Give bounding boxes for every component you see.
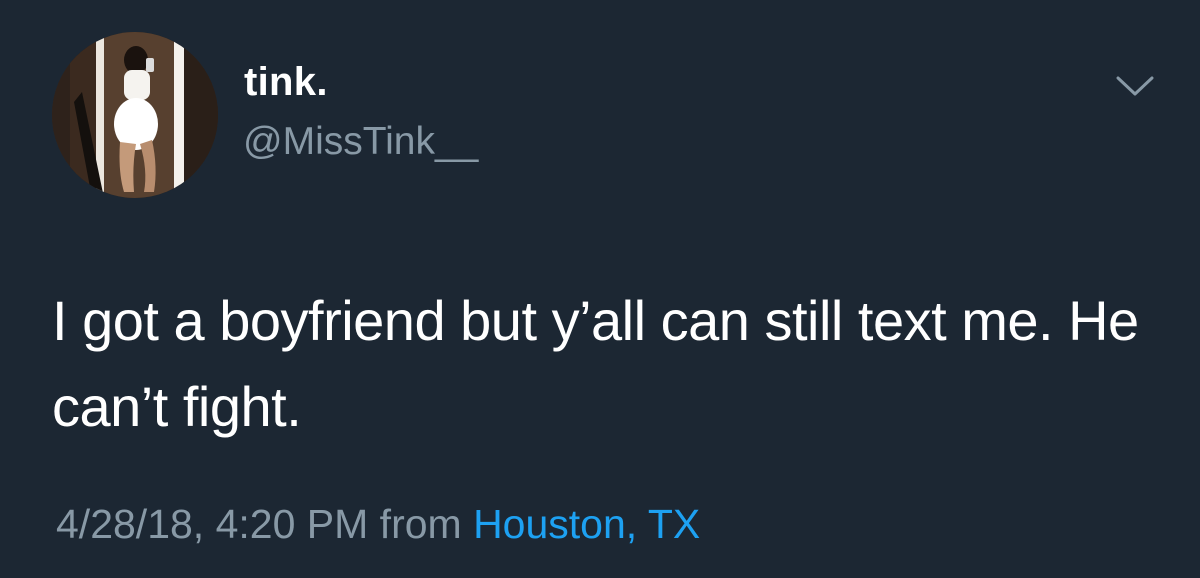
location-link[interactable]: Houston, TX <box>473 501 700 547</box>
user-handle[interactable]: @MissTink__ <box>243 122 478 161</box>
from-label: from <box>379 501 462 547</box>
chevron-down-icon[interactable] <box>1112 68 1158 102</box>
avatar[interactable] <box>52 32 218 198</box>
tweet-meta: 4/28/18, 4:20 PM from Houston, TX <box>56 504 700 545</box>
display-name[interactable]: tink. <box>244 62 328 102</box>
timestamp[interactable]: 4/28/18, 4:20 PM <box>56 501 368 547</box>
tweet-card: tink. @MissTink__ I got a boyfriend but … <box>0 0 1200 578</box>
tweet-text: I got a boyfriend but y’all can still te… <box>52 289 1139 438</box>
